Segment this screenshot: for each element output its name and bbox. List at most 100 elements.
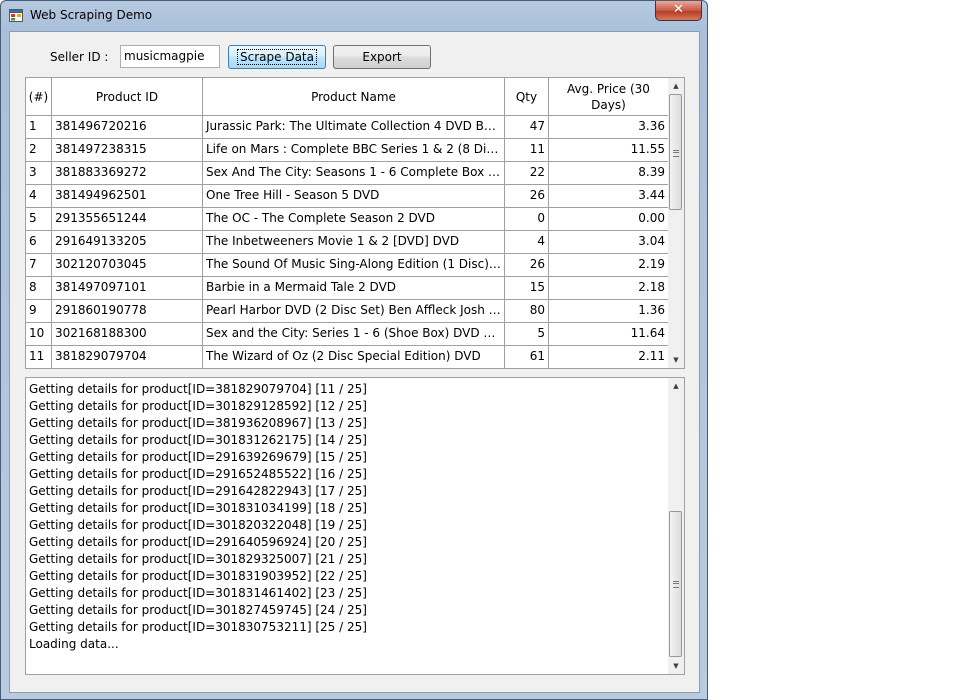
- cell-avg-price[interactable]: 2.18: [549, 277, 669, 299]
- scrape-data-button[interactable]: Scrape Data: [228, 45, 326, 69]
- cell-qty[interactable]: 61: [505, 346, 549, 368]
- cell-product-name[interactable]: The Sound Of Music Sing-Along Edition (1…: [203, 254, 505, 276]
- log-line: Getting details for product[ID=291640596…: [29, 535, 367, 549]
- column-header-product-name[interactable]: Product Name: [203, 78, 505, 115]
- cell-product-name[interactable]: The Inbetweeners Movie 1 & 2 [DVD] DVD: [203, 231, 505, 253]
- grid-header: (#) Product ID Product Name Qty Avg. Pri…: [26, 78, 669, 116]
- seller-id-input[interactable]: musicmagpie: [120, 45, 220, 68]
- cell-product-id[interactable]: 381496720216: [52, 116, 203, 138]
- cell-qty[interactable]: 26: [505, 254, 549, 276]
- column-header-product-id[interactable]: Product ID: [52, 78, 203, 115]
- cell-index[interactable]: 2: [26, 139, 52, 161]
- table-row[interactable]: 8 381497097101 Barbie in a Mermaid Tale 2 …: [26, 277, 669, 300]
- window-title: Web Scraping Demo: [30, 8, 153, 22]
- cell-product-id[interactable]: 381829079704: [52, 346, 203, 368]
- cell-product-id[interactable]: 291860190778: [52, 300, 203, 322]
- app-window-icon: [9, 9, 23, 22]
- cell-product-id[interactable]: 291649133205: [52, 231, 203, 253]
- cell-avg-price[interactable]: 2.11: [549, 346, 669, 368]
- cell-index[interactable]: 4: [26, 185, 52, 207]
- products-grid[interactable]: (#) Product ID Product Name Qty Avg. Pri…: [25, 77, 685, 369]
- cell-index[interactable]: 8: [26, 277, 52, 299]
- cell-product-name[interactable]: Life on Mars : Complete BBC Series 1 & 2…: [203, 139, 505, 161]
- cell-product-name[interactable]: One Tree Hill - Season 5 DVD: [203, 185, 505, 207]
- cell-product-id[interactable]: 302120703045: [52, 254, 203, 276]
- cell-product-id[interactable]: 381497097101: [52, 277, 203, 299]
- table-row[interactable]: 7 302120703045 The Sound Of Music Sing-Alo…: [26, 254, 669, 277]
- cell-product-name[interactable]: Barbie in a Mermaid Tale 2 DVD: [203, 277, 505, 299]
- cell-index[interactable]: 9: [26, 300, 52, 322]
- cell-index[interactable]: 10: [26, 323, 52, 345]
- cell-product-id[interactable]: 302168188300: [52, 323, 203, 345]
- log-line: Loading data...: [29, 637, 119, 651]
- column-header-avg-price[interactable]: Avg. Price (30 Days): [549, 78, 669, 115]
- cell-product-name[interactable]: Jurassic Park: The Ultimate Collection 4…: [203, 116, 505, 138]
- cell-index[interactable]: 5: [26, 208, 52, 230]
- cell-qty[interactable]: 11: [505, 139, 549, 161]
- table-row[interactable]: 6 291649133205 The Inbetweeners Movie 1 & …: [26, 231, 669, 254]
- cell-avg-price[interactable]: 1.36: [549, 300, 669, 322]
- cell-avg-price[interactable]: 8.39: [549, 162, 669, 184]
- log-textbox[interactable]: Getting details for product[ID=381829079…: [25, 377, 685, 675]
- cell-index[interactable]: 6: [26, 231, 52, 253]
- cell-qty[interactable]: 80: [505, 300, 549, 322]
- log-line: Getting details for product[ID=291642822…: [29, 484, 367, 498]
- client-area: Seller ID : musicmagpie Scrape Data Expo…: [9, 31, 700, 693]
- grip-icon: [673, 581, 679, 588]
- log-line: Getting details for product[ID=301831034…: [29, 501, 367, 515]
- cell-avg-price[interactable]: 11.64: [549, 323, 669, 345]
- table-row[interactable]: 10 302168188300 Sex and the City: Series 1…: [26, 323, 669, 346]
- cell-product-id[interactable]: 291355651244: [52, 208, 203, 230]
- cell-product-name[interactable]: Sex and the City: Series 1 - 6 (Shoe Box…: [203, 323, 505, 345]
- up-arrow-icon[interactable]: ▲: [668, 378, 684, 394]
- table-row[interactable]: 9 291860190778 Pearl Harbor DVD (2 Disc Se…: [26, 300, 669, 323]
- cell-index[interactable]: 3: [26, 162, 52, 184]
- cell-product-id[interactable]: 381883369272: [52, 162, 203, 184]
- cell-product-name[interactable]: The Wizard of Oz (2 Disc Special Edition…: [203, 346, 505, 368]
- table-row[interactable]: 5 291355651244 The OC - The Complete Seaso…: [26, 208, 669, 231]
- cell-index[interactable]: 1: [26, 116, 52, 138]
- down-arrow-icon[interactable]: ▼: [668, 352, 684, 368]
- cell-qty[interactable]: 5: [505, 323, 549, 345]
- cell-avg-price[interactable]: 3.44: [549, 185, 669, 207]
- cell-product-id[interactable]: 381497238315: [52, 139, 203, 161]
- cell-product-name[interactable]: Sex And The City: Seasons 1 - 6 Complete…: [203, 162, 505, 184]
- title-bar[interactable]: Web Scraping Demo ✕: [1, 1, 707, 31]
- cell-qty[interactable]: 15: [505, 277, 549, 299]
- column-header-qty[interactable]: Qty: [505, 78, 549, 115]
- down-arrow-icon[interactable]: ▼: [668, 658, 684, 674]
- cell-product-name[interactable]: Pearl Harbor DVD (2 Disc Set) Ben Afflec…: [203, 300, 505, 322]
- table-row[interactable]: 4 381494962501 One Tree Hill - Season 5 DV…: [26, 185, 669, 208]
- table-row[interactable]: 1 381496720216 Jurassic Park: The Ultimate…: [26, 116, 669, 139]
- log-line: Getting details for product[ID=301831903…: [29, 569, 367, 583]
- cell-index[interactable]: 11: [26, 346, 52, 368]
- cell-avg-price[interactable]: 3.36: [549, 116, 669, 138]
- table-row[interactable]: 3 381883369272 Sex And The City: Seasons 1…: [26, 162, 669, 185]
- column-header-index[interactable]: (#): [26, 78, 52, 115]
- log-line: Getting details for product[ID=301827459…: [29, 603, 367, 617]
- log-scroll-thumb[interactable]: [669, 511, 682, 657]
- cell-index[interactable]: 7: [26, 254, 52, 276]
- table-row[interactable]: 11 381829079704 The Wizard of Oz (2 Disc S…: [26, 346, 669, 368]
- grid-scroll-thumb[interactable]: [669, 94, 682, 210]
- cell-avg-price[interactable]: 2.19: [549, 254, 669, 276]
- export-button[interactable]: Export: [333, 45, 431, 69]
- log-scrollbar[interactable]: ▲ ▼: [668, 378, 684, 674]
- grid-scrollbar[interactable]: ▲ ▼: [668, 78, 684, 368]
- cell-qty[interactable]: 47: [505, 116, 549, 138]
- cell-product-id[interactable]: 381494962501: [52, 185, 203, 207]
- cell-product-name[interactable]: The OC - The Complete Season 2 DVD: [203, 208, 505, 230]
- cell-avg-price[interactable]: 0.00: [549, 208, 669, 230]
- cell-avg-price[interactable]: 11.55: [549, 139, 669, 161]
- log-lines: Getting details for product[ID=381829079…: [29, 381, 666, 653]
- table-row[interactable]: 2 381497238315 Life on Mars : Complete BBC…: [26, 139, 669, 162]
- cell-qty[interactable]: 22: [505, 162, 549, 184]
- cell-qty[interactable]: 0: [505, 208, 549, 230]
- log-line: Getting details for product[ID=381936208…: [29, 416, 367, 430]
- up-arrow-icon[interactable]: ▲: [668, 78, 684, 94]
- cell-qty[interactable]: 26: [505, 185, 549, 207]
- cell-qty[interactable]: 4: [505, 231, 549, 253]
- grip-icon: [673, 150, 679, 157]
- close-button[interactable]: ✕: [655, 1, 702, 21]
- cell-avg-price[interactable]: 3.04: [549, 231, 669, 253]
